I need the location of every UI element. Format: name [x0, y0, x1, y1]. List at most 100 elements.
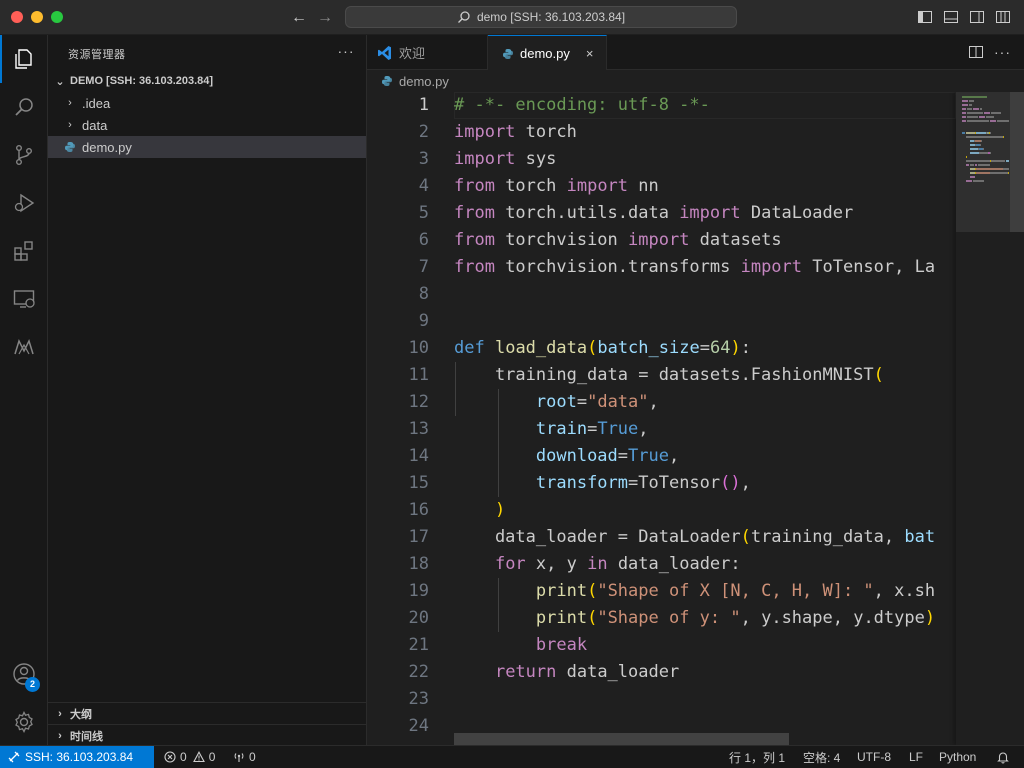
code-token: in	[587, 554, 608, 574]
code-token: (	[587, 338, 598, 358]
code-token: sys	[515, 149, 557, 169]
line-number: 23	[408, 689, 429, 709]
tree-item-label: demo.py	[82, 139, 132, 155]
code-line[interactable]: root="data",	[454, 389, 659, 416]
split-editor-icon[interactable]	[968, 44, 984, 60]
code-line[interactable]: from torch.utils.data import DataLoader	[454, 200, 853, 227]
notifications-bell-icon[interactable]	[996, 746, 1010, 768]
vertical-scrollbar[interactable]	[1010, 92, 1024, 232]
language-mode[interactable]: Python	[939, 746, 976, 768]
code-token: import	[566, 176, 629, 196]
back-arrow-icon[interactable]: ←	[288, 7, 310, 29]
window-minimize-button[interactable]	[31, 11, 43, 23]
code-line[interactable]: for x, y in data_loader:	[454, 551, 741, 578]
code-token: , x.sh	[873, 581, 936, 601]
error-count: 0	[180, 750, 187, 764]
close-icon[interactable]: ×	[586, 46, 594, 61]
code-token: (	[587, 608, 598, 628]
status-bar: SSH: 36.103.203.84 0 0 0 行 1，列 1 空格: 4 U…	[0, 745, 1024, 768]
editor-tabs: 欢迎 demo.py × ···	[367, 35, 1024, 71]
code-line[interactable]: training_data = datasets.FashionMNIST(	[454, 362, 884, 389]
code-line[interactable]: # -*- encoding: utf-8 -*-	[454, 92, 710, 119]
minimap-line	[1003, 136, 1004, 138]
encoding-indicator[interactable]: UTF-8	[857, 746, 891, 768]
window-maximize-button[interactable]	[51, 11, 63, 23]
code-line[interactable]: download=True,	[454, 443, 679, 470]
explorer-icon[interactable]	[0, 35, 48, 83]
code-token: "Shape of y: "	[597, 608, 741, 628]
tree-item-data[interactable]: › data	[48, 114, 366, 136]
indentation-indicator[interactable]: 空格: 4	[803, 746, 840, 768]
python-file-icon	[379, 73, 395, 89]
tab-welcome[interactable]: 欢迎	[367, 35, 488, 70]
customize-layout-icon[interactable]	[995, 9, 1011, 25]
code-token: # -*- encoding: utf-8 -*-	[454, 95, 710, 115]
more-actions-icon[interactable]: ···	[335, 40, 357, 62]
minimap-line	[966, 156, 967, 158]
toggle-panel-icon[interactable]	[943, 9, 959, 25]
code-line[interactable]: return data_loader	[454, 659, 679, 686]
eol-indicator[interactable]: LF	[909, 746, 923, 768]
minimap-line	[966, 132, 975, 134]
outline-section-header[interactable]: › 大纲	[48, 702, 366, 724]
code-token: print	[535, 608, 588, 628]
tree-item-demo-py[interactable]: demo.py	[48, 136, 366, 158]
code-line[interactable]: )	[454, 497, 505, 524]
problems-indicator[interactable]: 0 0	[164, 746, 215, 768]
vscode-logo-icon	[377, 45, 393, 61]
run-debug-icon[interactable]	[0, 179, 48, 227]
minimap-line	[962, 112, 966, 114]
minimap-line	[967, 116, 978, 118]
remote-explorer-icon[interactable]	[0, 275, 48, 323]
code-token: bat	[904, 527, 936, 547]
tab-demo-py[interactable]: demo.py ×	[488, 35, 607, 71]
minimap-line	[990, 120, 996, 122]
workspace-root[interactable]: ⌄ DEMO [SSH: 36.103.203.84]	[48, 70, 366, 92]
code-editor[interactable]: 1 2 3 4 5 6 7 8 9 10 11 12 13 14 15 16 17 18 19 20 21 22 23 24 …	[367, 92, 1024, 745]
code-token: =	[576, 392, 588, 412]
accounts-icon[interactable]: 2	[0, 650, 48, 698]
window-close-button[interactable]	[11, 11, 23, 23]
code-line[interactable]: break	[454, 632, 587, 659]
forward-arrow-icon[interactable]: →	[314, 7, 336, 29]
code-line[interactable]: print("Shape of X [N, C, H, W]: ", x.sh	[454, 578, 935, 605]
code-line[interactable]: print("Shape of y: ", y.shape, y.dtype)	[454, 605, 935, 632]
horizontal-scrollbar[interactable]	[454, 733, 789, 745]
code-token: data_loader	[556, 662, 680, 682]
extension-m-icon[interactable]	[0, 323, 48, 371]
toggle-primary-sidebar-icon[interactable]	[917, 9, 933, 25]
code-line[interactable]: data_loader = DataLoader(training_data, …	[454, 524, 935, 551]
command-center-search[interactable]: demo [SSH: 36.103.203.84]	[345, 6, 737, 28]
source-control-icon[interactable]	[0, 131, 48, 179]
code-line[interactable]: train=True,	[454, 416, 649, 443]
code-line[interactable]: from torchvision import datasets	[454, 227, 782, 254]
settings-gear-icon[interactable]	[0, 698, 48, 746]
code-line[interactable]: import torch	[454, 119, 577, 146]
chevron-right-icon: ›	[68, 97, 72, 109]
code-line[interactable]: from torch import nn	[454, 173, 659, 200]
code-line[interactable]: transform=ToTensor(),	[454, 470, 751, 497]
cursor-position[interactable]: 行 1，列 1	[729, 746, 785, 768]
code-line[interactable]: def load_data(batch_size=64):	[454, 335, 751, 362]
breadcrumb-file[interactable]: demo.py	[399, 74, 449, 89]
search-icon[interactable]	[0, 83, 48, 131]
tree-item-idea[interactable]: › .idea	[48, 92, 366, 114]
outline-label: 大纲	[70, 708, 92, 721]
code-content[interactable]: # -*- encoding: utf-8 -*- import torch imp…	[454, 92, 956, 745]
window-title: demo [SSH: 36.103.203.84]	[476, 10, 626, 24]
minimap-line	[962, 120, 966, 122]
code-token: )	[924, 608, 936, 628]
extensions-icon[interactable]	[0, 227, 48, 275]
code-line[interactable]: from torchvision.transforms import ToTen…	[454, 254, 935, 281]
timeline-section-header[interactable]: › 时间线	[48, 724, 366, 746]
remote-indicator[interactable]: SSH: 36.103.203.84	[0, 746, 154, 768]
code-line[interactable]: import sys	[454, 146, 556, 173]
toggle-secondary-sidebar-icon[interactable]	[969, 9, 985, 25]
code-token: (	[587, 581, 598, 601]
editor-more-actions-icon[interactable]: ···	[994, 44, 1010, 60]
ports-indicator[interactable]: 0	[233, 746, 256, 768]
